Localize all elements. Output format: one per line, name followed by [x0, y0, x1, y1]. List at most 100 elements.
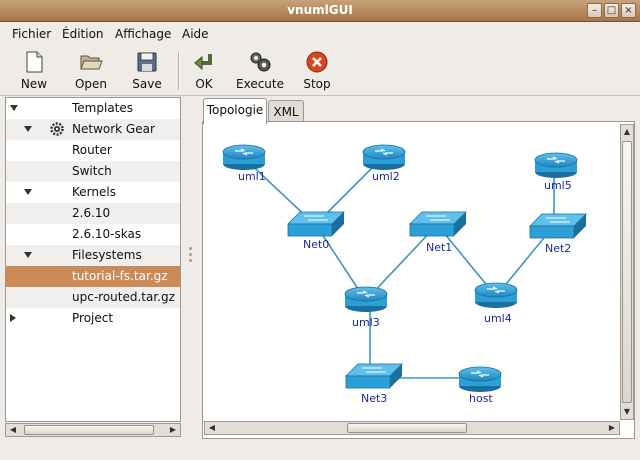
new-label: New: [20, 77, 48, 91]
save-button[interactable]: Save: [127, 48, 167, 94]
open-label: Open: [74, 77, 108, 91]
toolbar: New Open Save OK Execute Stop: [0, 46, 640, 96]
floppy-disk-icon: [137, 52, 157, 72]
scroll-left-icon[interactable]: ◀: [206, 422, 218, 434]
node-label: Net0: [303, 238, 329, 251]
menu-bar: Fichier Édition Affichage Aide: [0, 22, 640, 46]
tree-item-project[interactable]: Project: [6, 308, 180, 329]
tree-item-kernels[interactable]: Kernels: [6, 182, 180, 203]
tree-horizontal-scrollbar[interactable]: ◀ ▶: [5, 423, 181, 437]
grip-dot: [189, 259, 192, 262]
canvas-horizontal-scrollbar[interactable]: ◀ ▶: [204, 421, 620, 435]
collapse-arrow-icon[interactable]: [24, 189, 32, 195]
ok-button[interactable]: OK: [188, 48, 220, 94]
menu-fichier[interactable]: Fichier: [12, 27, 51, 41]
router-uml3[interactable]: [344, 286, 388, 312]
link-net1-uml3: [367, 227, 435, 299]
tab-topology[interactable]: Topologie: [203, 98, 267, 124]
node-label: Net1: [426, 241, 452, 254]
tree-item-label: Project: [72, 311, 114, 325]
router-host[interactable]: [458, 366, 502, 392]
title-bar: vnumlGUI – □ ×: [0, 0, 640, 22]
router-uml5[interactable]: [534, 152, 578, 178]
tree-item-label: Router: [72, 143, 112, 157]
tree-item-filesystem[interactable]: upc-routed.tar.gz: [6, 287, 180, 308]
enter-arrow-icon: [194, 54, 212, 71]
execute-label: Execute: [236, 77, 284, 91]
folder-open-icon: [80, 55, 103, 70]
stop-button[interactable]: Stop: [300, 48, 334, 94]
tree-item-label: Templates: [72, 101, 134, 115]
tree-item-label: 2.6.10-skas: [72, 227, 142, 241]
tree-item-label: tutorial-fs.tar.gz: [72, 269, 168, 283]
tree-item-label: Kernels: [72, 185, 116, 199]
tree-item-switch[interactable]: Switch: [6, 161, 180, 182]
window-title: vnumlGUI: [287, 3, 353, 17]
tree-item-network-gear[interactable]: Network Gear: [6, 119, 180, 140]
tree-item-label: Filesystems: [72, 248, 142, 262]
new-button[interactable]: New: [14, 48, 54, 94]
node-label: Net2: [545, 242, 571, 255]
minimize-icon[interactable]: –: [587, 3, 602, 18]
save-label: Save: [132, 77, 162, 91]
switch-net0[interactable]: [287, 211, 345, 237]
scrollbar-thumb[interactable]: [24, 425, 154, 435]
switch-net2[interactable]: [529, 213, 587, 239]
scroll-down-icon[interactable]: ▼: [621, 406, 633, 418]
template-tree[interactable]: Templates Network Gear Router Switch Ker…: [5, 97, 181, 422]
node-label: uml3: [352, 316, 380, 329]
tree-item-label: upc-routed.tar.gz: [72, 290, 175, 304]
tree-item-templates[interactable]: Templates: [6, 98, 180, 119]
maximize-icon[interactable]: □: [604, 3, 619, 18]
node-label: uml1: [238, 170, 266, 183]
tree-item-label: Switch: [72, 164, 112, 178]
switch-net3[interactable]: [345, 363, 403, 389]
close-icon[interactable]: ×: [621, 3, 636, 18]
topology-canvas[interactable]: uml1 uml2 uml5 Net0 Net1 Net2 uml3 uml4 …: [204, 124, 620, 420]
execute-gears-icon: [250, 52, 271, 72]
scrollbar-thumb[interactable]: [622, 141, 632, 403]
tree-item-kernel[interactable]: 2.6.10-skas: [6, 224, 180, 245]
node-label: uml2: [372, 170, 400, 183]
grip-dot: [189, 253, 192, 256]
node-label: uml5: [544, 179, 572, 192]
router-uml4[interactable]: [474, 282, 518, 308]
toolbar-separator: [178, 52, 180, 90]
grip-dot: [189, 247, 192, 250]
collapse-arrow-icon[interactable]: [24, 252, 32, 258]
node-label: uml4: [484, 312, 512, 325]
menu-edition[interactable]: Édition: [62, 27, 104, 41]
router-uml2[interactable]: [362, 144, 406, 170]
menu-affichage[interactable]: Affichage: [115, 27, 171, 41]
collapse-arrow-icon[interactable]: [10, 105, 18, 111]
new-file-icon: [26, 51, 43, 73]
stop-icon: [306, 51, 328, 73]
tree-item-kernel[interactable]: 2.6.10: [6, 203, 180, 224]
node-label: host: [469, 392, 493, 405]
tree-item-router[interactable]: Router: [6, 140, 180, 161]
tree-item-filesystems[interactable]: Filesystems: [6, 245, 180, 266]
expand-arrow-icon[interactable]: [10, 314, 16, 322]
pane-splitter[interactable]: [185, 97, 197, 437]
canvas-vertical-scrollbar[interactable]: ▲ ▼: [620, 124, 634, 420]
node-label: Net3: [361, 392, 387, 405]
scroll-right-icon[interactable]: ▶: [167, 424, 179, 436]
scrollbar-thumb[interactable]: [347, 423, 467, 433]
tree-item-label: Network Gear: [72, 122, 155, 136]
scroll-right-icon[interactable]: ▶: [606, 422, 618, 434]
menu-aide[interactable]: Aide: [182, 27, 209, 41]
collapse-arrow-icon[interactable]: [24, 126, 32, 132]
gear-icon: [50, 122, 64, 136]
router-uml1[interactable]: [222, 144, 266, 170]
topology-diagram: uml1 uml2 uml5 Net0 Net1 Net2 uml3 uml4 …: [222, 144, 587, 405]
ok-label: OK: [195, 77, 213, 91]
open-button[interactable]: Open: [70, 48, 112, 94]
tab-xml[interactable]: XML: [268, 100, 304, 122]
tree-item-label: 2.6.10: [72, 206, 111, 220]
scroll-up-icon[interactable]: ▲: [621, 126, 633, 138]
tree-item-filesystem-selected[interactable]: tutorial-fs.tar.gz: [6, 266, 180, 287]
switch-net1[interactable]: [409, 211, 467, 237]
execute-button[interactable]: Execute: [234, 48, 286, 94]
stop-label: Stop: [303, 77, 331, 91]
scroll-left-icon[interactable]: ◀: [7, 424, 19, 436]
